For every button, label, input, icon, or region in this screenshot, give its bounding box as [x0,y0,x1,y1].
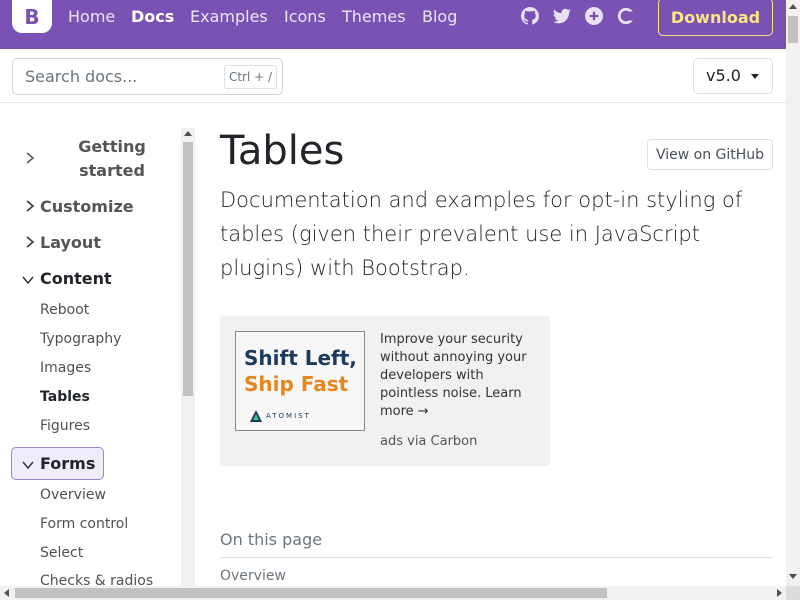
toc-item-overview[interactable]: Overview [220,568,286,584]
sidebar-item-form-control[interactable]: Form control [40,516,128,532]
page-title: Tables [220,128,345,174]
sidebar-item-typography[interactable]: Typography [40,331,121,347]
bootstrap-logo[interactable]: B [12,0,52,33]
scroll-up-arrow-icon[interactable] [184,131,192,136]
scroll-down-arrow-icon[interactable] [789,574,797,579]
version-label: v5.0 [706,66,741,85]
download-button[interactable]: Download [658,0,773,36]
search-input[interactable]: Search docs... Ctrl + / [12,58,283,95]
slack-icon[interactable] [585,7,603,25]
sidebar-scrollbar[interactable] [181,128,195,586]
view-on-github-button[interactable]: View on GitHub [647,139,773,170]
caret-down-icon [751,74,759,79]
ad-image-line2: Ship Fast [244,372,349,396]
chevron-down-icon[interactable] [22,274,34,286]
nav-link-themes[interactable]: Themes [342,7,406,26]
scroll-up-arrow-icon[interactable] [789,4,797,9]
nav-link-blog[interactable]: Blog [422,7,457,26]
version-dropdown[interactable]: v5.0 [693,58,773,94]
top-navbar: B Home Docs Examples Icons Themes Blog D… [0,0,786,49]
scroll-right-arrow-icon[interactable] [777,589,782,597]
nav-link-icons[interactable]: Icons [284,7,326,26]
chevron-right-icon[interactable] [24,152,36,164]
toc-clip: Overview [0,560,786,586]
sidebar-item-figures[interactable]: Figures [40,418,90,434]
nav-link-home[interactable]: Home [68,7,115,26]
sidebar-item-images[interactable]: Images [40,360,91,376]
search-shortcut: Ctrl + / [224,65,277,89]
ad-text-link[interactable]: Improve your security without annoying y… [380,331,540,421]
carbon-ad: Shift Left, Ship Fast ATOMIST Improve yo… [220,316,550,466]
brand-letter: B [24,4,40,29]
sidebar-item-tables[interactable]: Tables [40,389,90,405]
sidebar-group-customize[interactable]: Customize [40,197,134,216]
chevron-right-icon[interactable] [24,236,36,248]
opencollective-icon[interactable] [617,7,635,25]
page-vertical-scrollbar-thumb[interactable] [788,16,798,43]
github-icon[interactable] [521,7,539,25]
ad-brand: ATOMIST [266,412,311,420]
docs-subnav: Search docs... Ctrl + / v5.0 [0,49,786,103]
twitter-icon[interactable] [553,7,571,25]
ad-image-line1: Shift Left, [244,346,357,370]
sidebar-group-forms[interactable]: Forms [40,454,95,473]
atomist-logo-icon [250,410,262,422]
page-horizontal-scrollbar[interactable] [0,586,786,600]
page-vertical-scrollbar[interactable] [786,0,800,586]
sidebar-group-layout[interactable]: Layout [40,233,101,252]
nav-link-docs[interactable]: Docs [131,7,174,26]
sidebar-scrollbar-thumb[interactable] [183,142,193,396]
page-lead: Documentation and examples for opt-in st… [220,188,743,280]
sidebar-item-select[interactable]: Select [40,545,83,561]
toc-divider [220,557,773,558]
ad-image[interactable]: Shift Left, Ship Fast ATOMIST [235,331,365,431]
sidebar-group-getting-started[interactable]: Getting started [72,135,152,183]
sidebar-item-overview[interactable]: Overview [40,487,106,503]
sidebar-group-content[interactable]: Content [40,269,112,288]
page-horizontal-scrollbar-thumb[interactable] [15,588,607,598]
chevron-right-icon[interactable] [24,200,36,212]
chevron-down-icon[interactable] [22,459,34,471]
scrollbar-corner [786,586,800,600]
ads-via-carbon-link[interactable]: ads via Carbon [380,434,477,449]
sidebar-item-reboot[interactable]: Reboot [40,302,89,318]
scroll-left-arrow-icon[interactable] [4,589,9,597]
toc-title: On this page [220,530,323,549]
search-placeholder: Search docs... [25,67,138,86]
nav-link-examples[interactable]: Examples [190,7,268,26]
